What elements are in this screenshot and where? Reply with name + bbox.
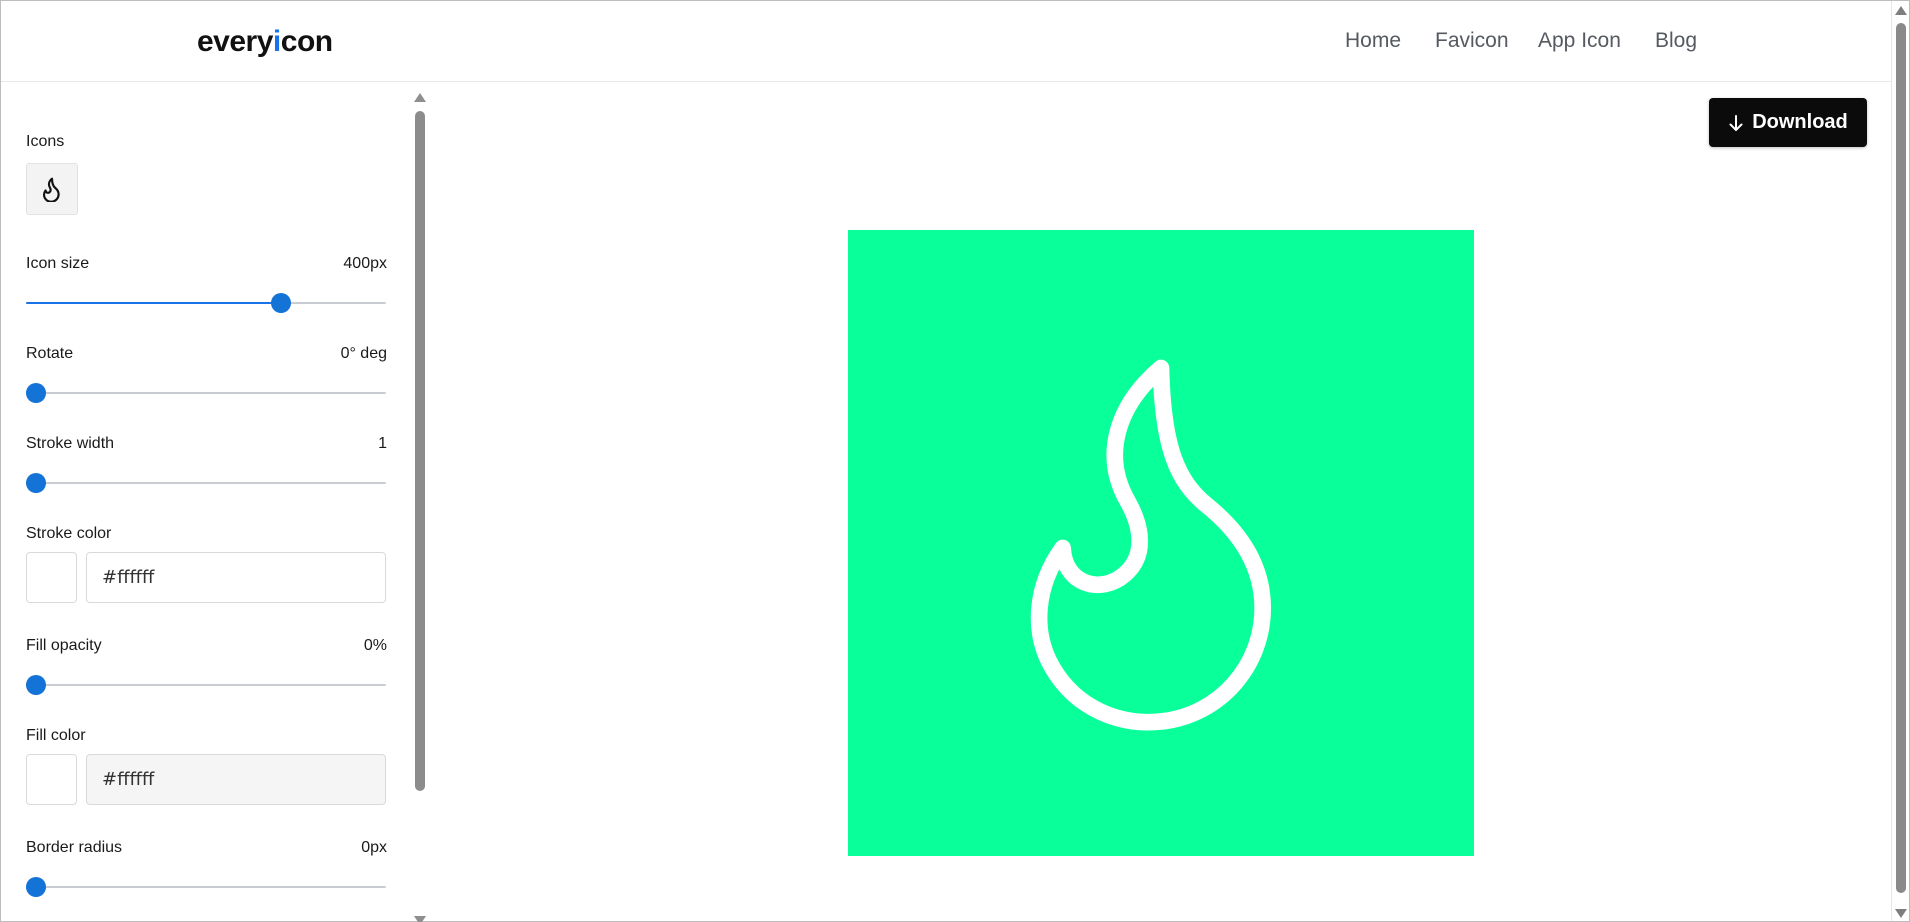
nav-link-app-icon[interactable]: App Icon [1538, 29, 1621, 53]
icons-label: Icons [26, 133, 65, 150]
nav-link-favicon[interactable]: Favicon [1435, 29, 1509, 53]
slider-thumb[interactable] [26, 473, 46, 493]
slider-thumb[interactable] [26, 383, 46, 403]
page-scrollbar[interactable] [1891, 1, 1909, 921]
slider-thumb[interactable] [26, 675, 46, 695]
scrollbar-thumb[interactable] [1896, 23, 1906, 893]
stroke-color-label: Stroke color [26, 525, 112, 542]
fill-opacity-value: 0% [363, 637, 387, 654]
app-window: everyicon Home Favicon App Icon Blog Ico… [0, 0, 1910, 922]
icon-size-label: Icon size [26, 255, 90, 272]
rotate-slider[interactable] [26, 383, 386, 403]
slider-track [26, 392, 386, 394]
sidebar-scrollbar[interactable] [413, 83, 427, 922]
slider-thumb[interactable] [270, 293, 291, 313]
slider-fill [26, 302, 281, 304]
logo[interactable]: everyicon [197, 25, 333, 59]
scrollbar-thumb[interactable] [415, 111, 425, 791]
logo-text-end: con [280, 25, 333, 58]
logo-text-accent: i [272, 25, 281, 58]
logo-text-start: every [197, 25, 273, 58]
download-label: Download [1752, 111, 1848, 133]
stroke-width-slider[interactable] [26, 473, 386, 493]
selected-icon-tile[interactable] [26, 163, 78, 215]
scroll-up-arrow-icon[interactable] [1895, 6, 1907, 15]
flame-icon [43, 177, 60, 202]
fill-color-label: Fill color [26, 727, 86, 744]
nav-link-home[interactable]: Home [1345, 29, 1401, 53]
slider-track [26, 886, 386, 888]
scroll-down-arrow-icon[interactable] [414, 916, 426, 922]
fill-color-input[interactable]: #ffffff [86, 754, 386, 805]
border-radius-label: Border radius [26, 839, 123, 856]
stroke-width-value: 1 [378, 435, 387, 452]
top-navbar: everyicon Home Favicon App Icon Blog [1, 1, 1891, 82]
slider-thumb[interactable] [26, 877, 46, 897]
rotate-label: Rotate [26, 345, 74, 362]
download-button[interactable]: Download [1709, 98, 1867, 147]
stroke-color-input[interactable]: #ffffff [86, 552, 386, 603]
stroke-width-label: Stroke width [26, 435, 115, 452]
fill-opacity-label: Fill opacity [26, 637, 102, 654]
rotate-value: 0° deg [340, 345, 387, 362]
icon-preview [848, 230, 1474, 856]
fill-color-swatch[interactable] [26, 754, 77, 805]
slider-track [26, 684, 386, 686]
icon-size-slider[interactable] [26, 293, 386, 313]
border-radius-slider[interactable] [26, 877, 386, 897]
stroke-color-swatch[interactable] [26, 552, 77, 603]
border-radius-value: 0px [361, 839, 387, 856]
arrow-down-icon [1729, 114, 1743, 131]
scroll-up-arrow-icon[interactable] [414, 93, 426, 102]
flame-icon [1030, 359, 1271, 731]
scroll-down-arrow-icon[interactable] [1895, 909, 1907, 918]
fill-opacity-slider[interactable] [26, 675, 386, 695]
slider-track [26, 482, 386, 484]
nav-link-blog[interactable]: Blog [1655, 29, 1697, 53]
icon-size-value: 400px [343, 255, 387, 272]
settings-sidebar: Icons Icon size 400px Rotate 0° deg Stro… [1, 83, 431, 922]
